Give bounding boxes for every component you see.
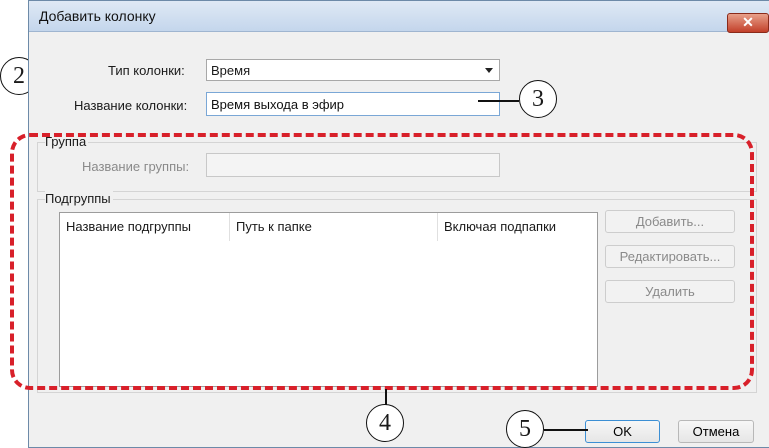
callout-5-line — [544, 429, 588, 431]
column-name-input[interactable] — [207, 93, 499, 115]
group-legend: Группа — [45, 134, 89, 149]
callout-5: 5 — [506, 410, 544, 448]
column-type-value: Время — [211, 63, 251, 78]
group-name-label: Название группы: — [82, 159, 190, 174]
column-type-label: Тип колонки: — [108, 63, 185, 78]
ok-button[interactable]: OK — [585, 420, 660, 443]
chevron-down-icon — [485, 68, 493, 73]
subgroups-legend: Подгруппы — [45, 191, 113, 206]
edit-subgroup-button[interactable]: Редактировать... — [605, 245, 735, 268]
dialog-title: Добавить колонку — [39, 8, 156, 24]
add-subgroup-button[interactable]: Добавить... — [605, 210, 735, 233]
group-name-input[interactable] — [207, 154, 499, 176]
title-bar: Добавить колонку ✕ — [29, 1, 769, 33]
callout-3-line — [478, 100, 519, 102]
callout-4: 4 — [366, 404, 404, 442]
column-header-subgroup-name[interactable]: Название подгруппы — [60, 213, 230, 241]
subgroups-list[interactable]: Название подгруппы Путь к папке Включая … — [59, 212, 598, 387]
callout-3: 3 — [519, 80, 557, 118]
group-name-field[interactable] — [206, 153, 500, 177]
column-name-label: Название колонки: — [74, 98, 188, 113]
cancel-button[interactable]: Отмена — [678, 420, 754, 443]
column-type-select[interactable]: Время — [206, 59, 500, 81]
column-header-include-subfolders[interactable]: Включая подпапки — [438, 213, 597, 241]
column-header-folder-path[interactable]: Путь к папке — [230, 213, 438, 241]
delete-subgroup-button[interactable]: Удалить — [605, 280, 735, 303]
column-name-field[interactable] — [206, 92, 500, 116]
close-button[interactable]: ✕ — [727, 13, 769, 33]
dialog-window: Добавить колонку ✕ Тип колонки: Время На… — [28, 0, 769, 448]
